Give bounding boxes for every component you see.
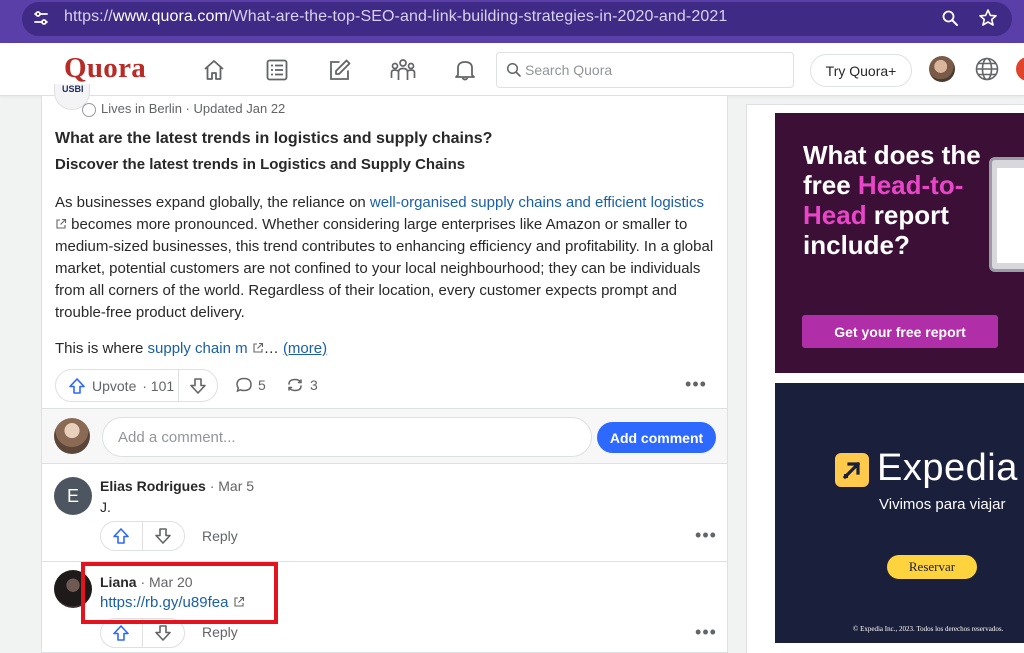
expedia-reservar-button[interactable]: Reservar: [887, 555, 977, 579]
ad1-cta-button[interactable]: Get your free report: [802, 315, 998, 348]
verified-badge-icon: [82, 103, 96, 117]
downvote-button[interactable]: [179, 370, 217, 401]
shares-stat[interactable]: 3: [285, 376, 318, 394]
current-user-avatar: [54, 418, 90, 454]
following-icon[interactable]: [262, 55, 292, 85]
zoom-icon[interactable]: [938, 6, 962, 30]
answer-subheading: Discover the latest trends in Logistics …: [55, 156, 466, 173]
read-more-link[interactable]: (more): [283, 340, 327, 357]
answer-vote-group: Upvote · 101: [55, 369, 218, 402]
comment-reply-button[interactable]: Reply: [202, 528, 238, 544]
expedia-logo-icon: [835, 453, 869, 487]
ad1-device-screen: [997, 168, 1024, 263]
advertisement-head-to-head[interactable]: What does the free Head-to-Head report i…: [775, 113, 1024, 373]
home-icon[interactable]: [199, 55, 229, 85]
answer-icon[interactable]: [325, 55, 355, 85]
commenter-name[interactable]: Elias Rodrigues · Mar 5: [100, 478, 254, 494]
commenter-avatar[interactable]: E: [54, 477, 92, 515]
url-host: www.quora.com: [112, 8, 228, 25]
quora-header: Quora Try Quora+: [0, 43, 1024, 96]
comment-composer: Add comment: [42, 408, 727, 464]
comment-upvote-button[interactable]: [101, 522, 143, 550]
advertisement-expedia[interactable]: Expedia Vivimos para viajar Reservar © E…: [775, 383, 1024, 643]
comment-more-options-button[interactable]: •••: [692, 525, 720, 545]
upvote-arrow-icon: [113, 528, 130, 544]
answer-paragraph: As businesses expand globally, the relia…: [55, 194, 714, 321]
upvote-button[interactable]: Upvote · 101: [56, 370, 180, 401]
comment-downvote-button[interactable]: [143, 522, 185, 550]
highlight-box-annotation: [81, 562, 278, 624]
downvote-arrow-icon: [190, 377, 206, 394]
url-text[interactable]: https://www.quora.com/What-are-the-top-S…: [64, 8, 727, 26]
comments-stat[interactable]: 5: [235, 376, 266, 394]
comment-input[interactable]: [102, 417, 592, 457]
language-globe-icon[interactable]: [973, 55, 1001, 88]
expedia-brand: Expedia: [877, 447, 1018, 489]
answer-heading: What are the latest trends in logistics …: [55, 130, 493, 147]
external-link-icon: [56, 218, 67, 229]
ad1-headline: What does the free Head-to-Head report i…: [803, 140, 981, 260]
answer-paragraph-truncated: This is where supply chain m … (more): [55, 340, 328, 357]
downvote-arrow-icon: [155, 625, 172, 641]
comment-vote-group: [100, 521, 185, 551]
supply-chains-link[interactable]: well-organised supply chains and efficie…: [370, 194, 704, 211]
ad1-device-image: [989, 157, 1024, 272]
expedia-tagline: Vivimos para viajar: [879, 496, 1006, 513]
author-avatar-text: USBI: [62, 84, 84, 94]
search-box[interactable]: [496, 52, 794, 88]
search-input[interactable]: [525, 60, 785, 80]
supply-chain-link[interactable]: supply chain m: [148, 340, 248, 357]
upvote-arrow-icon: [113, 625, 130, 641]
comment-more-options-button[interactable]: •••: [692, 622, 720, 642]
add-comment-button[interactable]: Add comment: [597, 422, 716, 453]
comment-reply-button[interactable]: Reply: [202, 624, 238, 640]
share-cycle-icon: [288, 378, 302, 392]
author-meta: Lives in Berlin · Updated Jan 22: [101, 101, 286, 116]
browser-address-bar: https://www.quora.com/What-are-the-top-S…: [0, 0, 1024, 43]
comment-item: E Elias Rodrigues · Mar 5 J. Reply •••: [42, 465, 727, 561]
comment-bubble-icon: [236, 377, 252, 393]
site-settings-icon[interactable]: [28, 5, 54, 31]
url-path: /What-are-the-top-SEO-and-link-building-…: [227, 8, 728, 25]
quora-logo[interactable]: Quora: [64, 52, 146, 85]
answer-more-options-button[interactable]: •••: [682, 374, 710, 394]
try-quora-plus-button[interactable]: Try Quora+: [810, 54, 912, 87]
bookmark-star-icon[interactable]: [976, 6, 1000, 30]
downvote-arrow-icon: [155, 528, 172, 544]
url-scheme: https://: [64, 8, 113, 25]
profile-avatar[interactable]: [929, 56, 955, 82]
external-link-icon: [253, 342, 263, 353]
upvote-arrow-icon: [69, 377, 85, 394]
comment-text: J.: [100, 499, 111, 515]
notifications-bell-icon[interactable]: [450, 55, 480, 85]
search-icon: [506, 62, 521, 77]
spaces-icon[interactable]: [388, 55, 418, 85]
expedia-copyright: © Expedia Inc., 2023. Todos los derechos…: [853, 625, 1004, 633]
